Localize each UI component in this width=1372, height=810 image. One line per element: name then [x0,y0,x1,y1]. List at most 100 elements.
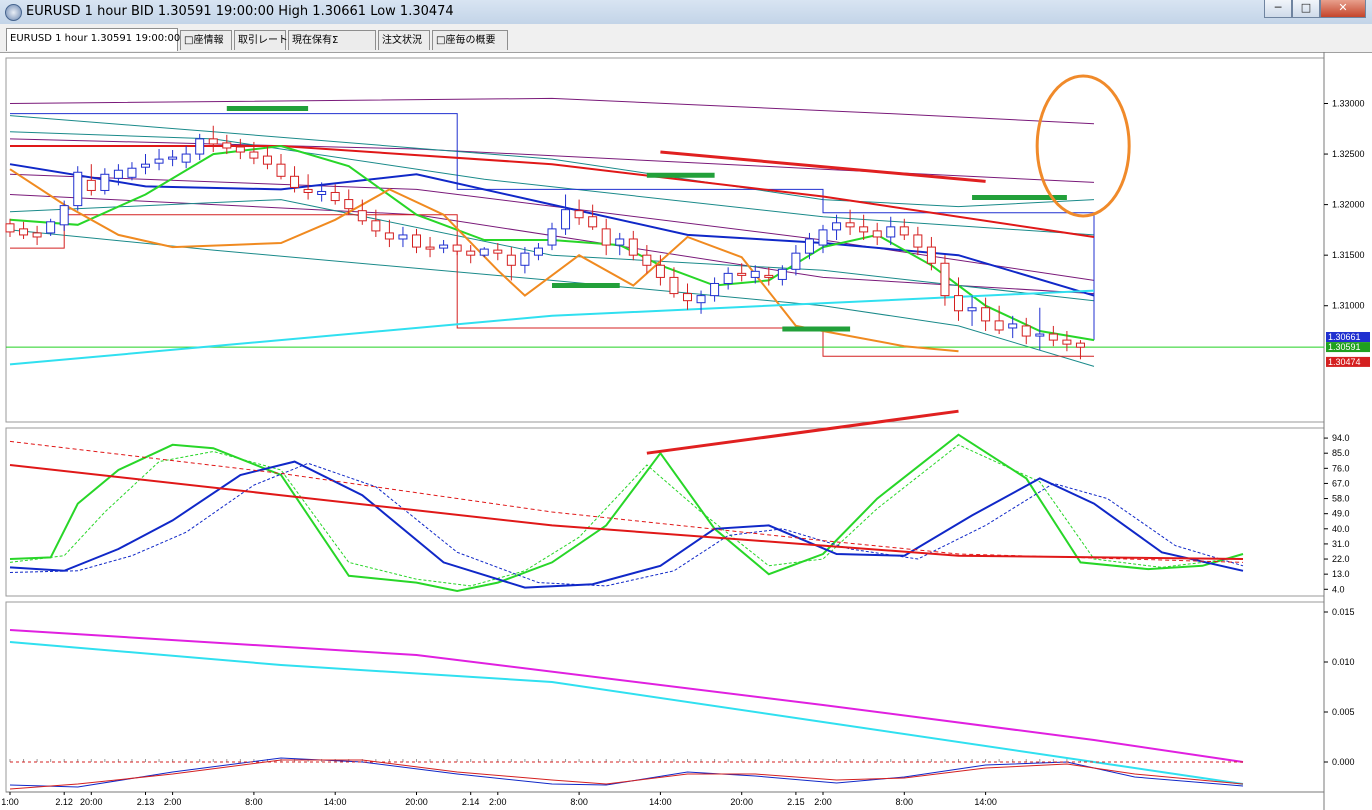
candle-body [601,228,611,246]
candle-body [154,158,164,164]
tab-positions[interactable]: 現在保有￳Σ￳ [288,30,376,50]
candle-body [683,293,692,302]
candle-body [628,238,638,256]
candle-body [994,320,1004,331]
maximize-button[interactable]: □ [1292,0,1320,18]
pane-frame [5,57,1325,423]
candle-body [5,223,15,233]
candle-body [303,188,313,193]
candle-body [222,142,232,149]
tab-trade-rate[interactable]: 取引レート [234,30,288,50]
tab-order-status[interactable]: 注文状況 [378,30,430,50]
candle-body [317,190,327,195]
candle-body [493,249,503,254]
candle-body [344,199,354,210]
candle-body [1075,342,1085,348]
candle-body [46,221,56,234]
candle-body [181,153,191,163]
y-tick-label: 76.0 [1332,463,1350,473]
x-tick-label: 2:00 [164,797,182,807]
minimize-button[interactable]: ─ [1264,0,1292,18]
candle-body [1062,339,1072,345]
y-tick-label: 1.32500 [1332,149,1365,159]
candle-body [954,295,963,312]
y-tick-label: 0.015 [1332,607,1355,617]
tab-account-info[interactable]: □座情報 [180,30,232,50]
candle-body [235,146,245,153]
x-tick-label: 2:00 [489,797,507,807]
candle-body [466,250,476,256]
candle-body [520,252,530,266]
candle-body [913,234,923,248]
candle-body [100,173,110,191]
candle-body [737,272,747,276]
pane-frame [5,601,1325,793]
x-tick-label: 2.12 [55,797,73,807]
x-tick-label: 20:00 [80,797,103,807]
y-tick-label: 22.0 [1332,554,1350,564]
candle-body [615,238,625,246]
candle-body [1048,333,1058,341]
y-tick-label: 13.0 [1332,569,1350,579]
candle-body [506,254,516,266]
x-tick-label: 1:00 [1,797,19,807]
tab-chart[interactable]: EURUSD 1 hour 1.30591 19:00:00 [6,28,180,51]
y-tick-label: 1.31000 [1332,301,1365,311]
app-icon [5,4,22,21]
candle-body [168,156,178,160]
candle-body [832,222,842,231]
candle-body [764,274,774,278]
candle-body [859,226,869,233]
candle-body [452,244,462,252]
chart-area[interactable]: 1.33000 1.32500 1.32000 1.31500 1.31000 1.306… [0,52,1372,810]
candle-body [655,264,665,278]
candle-body [86,179,96,191]
x-tick-label: 8:00 [570,797,588,807]
y-tick-label: 1.31500 [1332,250,1365,260]
x-tick-label: 20:00 [730,797,753,807]
y-tick-label: 94.0 [1332,433,1350,443]
candle-body [398,234,408,240]
title-bar: EURUSD 1 hour BID 1.30591 19:00:00 High … [0,0,1372,25]
candle-body [141,163,150,168]
y-tick-label: 31.0 [1332,539,1350,549]
candle-body [208,138,218,145]
candle-body [113,169,123,179]
candle-body [642,254,652,266]
candle-body [547,228,557,246]
candle-body [195,138,205,155]
x-tick-label: 14:00 [649,797,672,807]
candle-body [940,262,950,297]
candle-body [479,248,489,256]
x-tick-label: 14:00 [974,797,997,807]
y-tick-label: 58.0 [1332,494,1350,504]
candle-body [981,307,991,322]
x-tick-label: 20:00 [405,797,428,807]
candle-body [412,234,421,248]
candle-body [32,232,42,238]
candle-body [262,155,272,165]
candle-body [1021,325,1031,337]
candle-body [249,151,259,159]
x-tick-label: 14:00 [324,797,347,807]
candle-body [669,276,679,295]
close-button[interactable]: ✕ [1320,0,1366,18]
window-title: EURUSD 1 hour BID 1.30591 19:00:00 High … [26,4,454,19]
y-tick-label: 0.000 [1332,757,1355,767]
candle-body [19,228,29,236]
candle-body [290,175,300,188]
candle-body [357,210,367,222]
x-tick-label: 2.13 [137,797,155,807]
candle-body [777,268,787,280]
y-tick-label: 0.010 [1332,657,1355,667]
candle-body [926,246,936,264]
tab-account-summary[interactable]: □座毎の概要 [432,30,508,50]
y-tick-label: 1.32000 [1332,200,1365,210]
candle-body [899,226,909,236]
x-tick-label: 2.15 [787,797,805,807]
candle-body [818,229,828,246]
candle-body [723,272,733,284]
tab-bar: EURUSD 1 hour 1.30591 19:00:00 □座情報 取引レー… [0,24,1372,53]
y-tick-label: 67.0 [1332,478,1350,488]
x-tick-label: 2:00 [814,797,832,807]
